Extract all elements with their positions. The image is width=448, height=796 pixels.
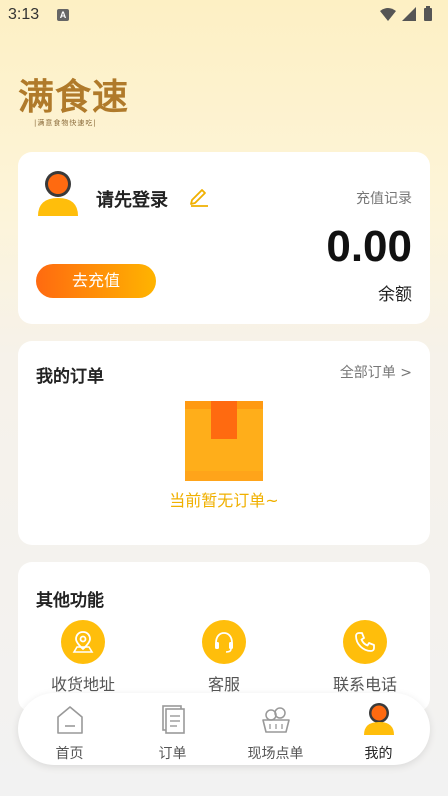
customer-service-item[interactable]: 客服 [179,620,269,695]
balance-label: 余额 [378,285,412,305]
empty-box-icon [185,401,263,481]
other-functions-title: 其他功能 [36,591,104,611]
location-icon [61,620,105,664]
tab-profile[interactable]: 我的 [327,701,430,763]
food-basket-icon [261,707,290,733]
all-orders-link[interactable]: 全部订单 > [340,362,412,382]
tab-onsite-order[interactable]: 现场点单 [224,701,327,763]
login-prompt[interactable]: 请先登录 [96,186,168,212]
app-logo: 满食速 |满意食物快速吃| [18,78,148,132]
orders-card: 我的订单 全部订单 > 当前暂无订单~ [18,341,430,545]
tab-home-label: 首页 [55,746,84,762]
wifi-icon [380,8,396,21]
status-icons [380,6,432,21]
recharge-record-link[interactable]: 充值记录 [356,188,412,208]
logo-subtitle: |满意食物快速吃| [34,119,97,127]
contact-phone-item[interactable]: 联系电话 [320,620,410,695]
home-icon [56,706,83,734]
tab-home[interactable]: 首页 [18,701,121,763]
tab-onsite-order-label: 现场点单 [247,746,304,762]
status-time: 3:13 [8,6,40,23]
bottom-tab-bar: 首页 订单 现场点单 我的 [18,693,430,765]
orders-icon [161,705,185,734]
battery-icon [424,8,432,21]
recharge-button[interactable]: 去充值 [36,264,156,298]
contact-phone-label: 联系电话 [332,675,397,694]
customer-service-label: 客服 [207,675,240,694]
address-item[interactable]: 收货地址 [38,620,128,695]
profile-icon [363,703,394,735]
tab-orders[interactable]: 订单 [121,701,224,763]
other-functions-card: 其他功能 收货地址 客服 联系电话 [18,562,430,712]
empty-orders-text: 当前暂无订单~ [169,491,279,510]
tab-profile-label: 我的 [364,746,393,762]
notification-badge-icon: A [57,9,69,21]
headset-icon [202,620,246,664]
user-card: 请先登录 充值记录 0.00 余额 去充值 [18,152,430,324]
balance-value: 0.00 [326,222,412,271]
address-label: 收货地址 [50,675,115,694]
orders-title: 我的订单 [36,367,104,387]
signal-icon [402,7,416,21]
edit-icon[interactable] [188,185,210,207]
tab-orders-label: 订单 [158,746,187,762]
logo-title: 满食速 [18,76,130,118]
status-bar: 3:13 A [0,0,448,32]
phone-icon [343,620,387,664]
avatar-icon[interactable] [36,170,80,218]
